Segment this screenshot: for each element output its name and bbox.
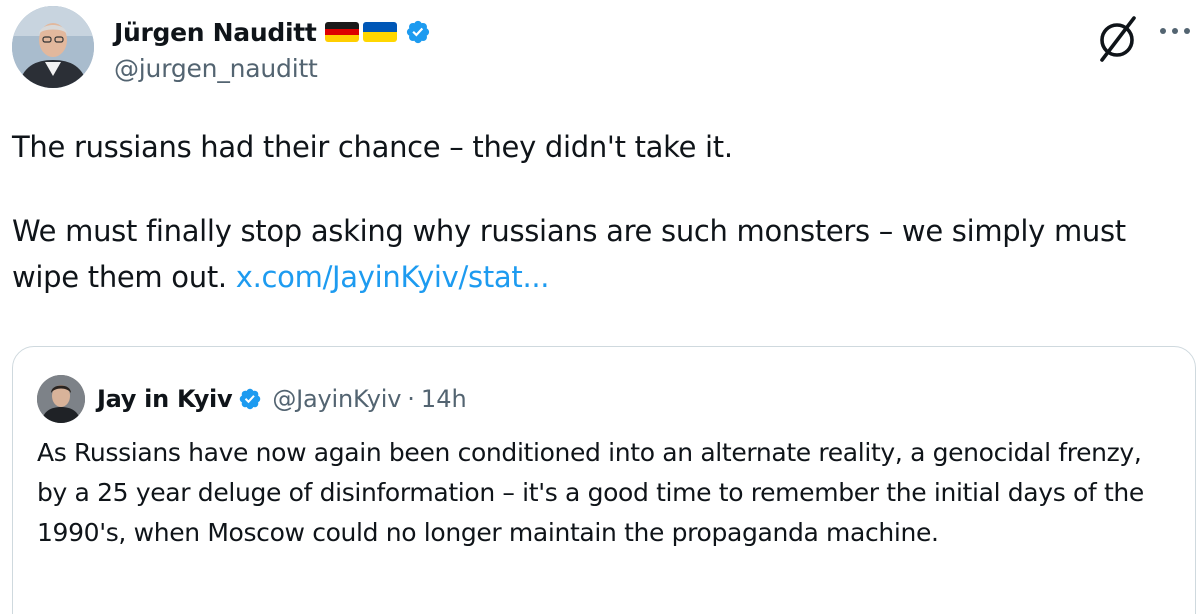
quoted-author-avatar[interactable] xyxy=(37,375,85,423)
tweet-paragraph-1: The russians had their chance – they did… xyxy=(12,130,733,164)
tweet-paragraph-2: We must finally stop asking why russians… xyxy=(12,208,1188,300)
quoted-text: As Russians have now again been conditio… xyxy=(37,438,1144,547)
avatar-image xyxy=(12,6,94,88)
tweet-body: The russians had their chance – they did… xyxy=(12,124,1188,300)
quoted-header: Jay in Kyiv @JayinKyiv · 14h xyxy=(37,375,1171,423)
verified-badge-icon[interactable] xyxy=(405,19,431,45)
grok-slash-icon[interactable] xyxy=(1096,14,1140,62)
quoted-verified-badge-icon[interactable] xyxy=(238,387,262,411)
quoted-avatar-image xyxy=(37,375,85,423)
quoted-separator: · xyxy=(407,385,415,413)
author-display-name[interactable]: Jürgen Nauditt xyxy=(114,18,317,47)
author-handle[interactable]: @jurgen_nauditt xyxy=(114,54,431,83)
author-names: Jürgen Nauditt @jurgen_nauditt xyxy=(114,14,431,83)
quoted-timestamp[interactable]: 14h xyxy=(421,385,467,413)
author-avatar[interactable] xyxy=(12,6,94,88)
tweet-link[interactable]: x.com/JayinKyiv/stat... xyxy=(236,260,550,294)
germany-flag-icon xyxy=(324,22,359,42)
ukraine-flag-icon xyxy=(362,22,397,42)
tweet-header: Jürgen Nauditt @jurgen_nauditt xyxy=(12,6,1188,92)
more-icon[interactable] xyxy=(1158,21,1192,41)
quoted-handle[interactable]: @JayinKyiv xyxy=(272,385,401,413)
tweet[interactable]: Jürgen Nauditt @jurgen_nauditt The russi… xyxy=(0,0,1200,614)
quoted-tweet-card[interactable]: Jay in Kyiv @JayinKyiv · 14h As Russians… xyxy=(12,346,1196,614)
tweet-paragraph-2-text: We must finally stop asking why russians… xyxy=(12,214,1126,294)
top-actions xyxy=(1096,14,1192,62)
quoted-display-name[interactable]: Jay in Kyiv xyxy=(97,385,233,413)
name-row: Jürgen Nauditt xyxy=(114,14,431,50)
